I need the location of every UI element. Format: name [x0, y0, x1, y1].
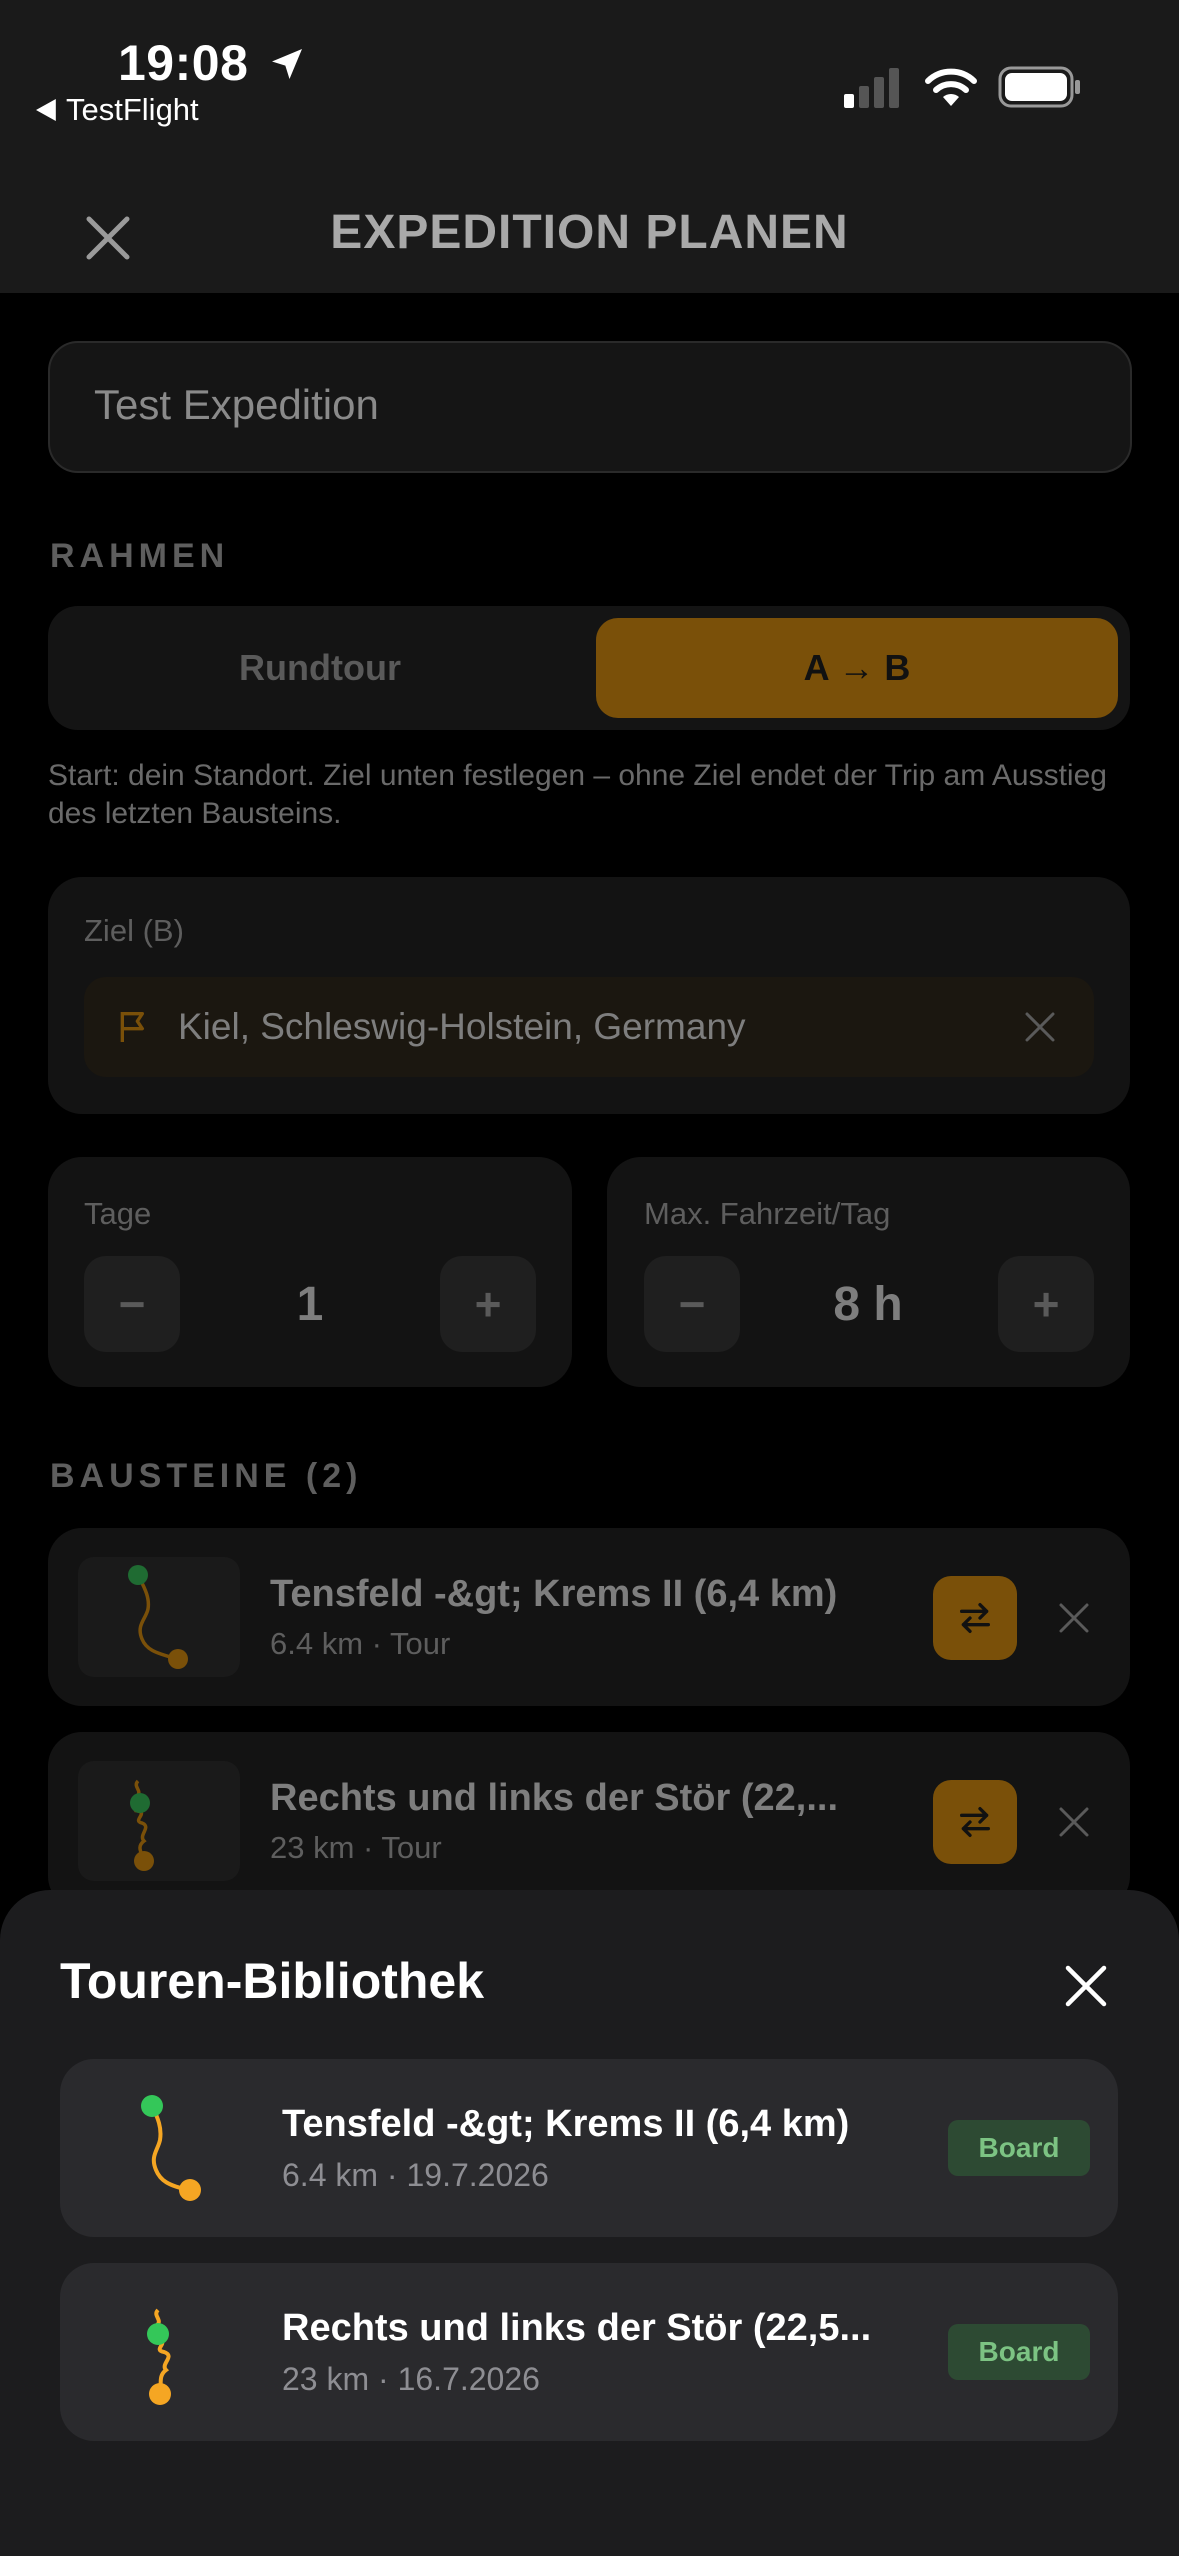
route-preview-icon [128, 1565, 188, 1669]
wifi-icon [925, 68, 977, 106]
minus-icon: − [678, 1278, 706, 1330]
location-arrow-icon [271, 49, 302, 79]
back-app-label: TestFlight [66, 92, 199, 127]
segment-a-to-b-label: A → B [803, 647, 911, 688]
max-drive-increment-button[interactable]: + [998, 1256, 1094, 1352]
route-thumbnail [78, 1557, 240, 1677]
library-tour-title: Tensfeld -&gt; Krems II (6,4 km) [282, 2103, 850, 2145]
frame-hint: Start: dein Standort. Ziel unten festleg… [48, 759, 1107, 830]
route-preview-icon [147, 2308, 171, 2405]
board-badge: Board [948, 2324, 1090, 2380]
cellular-signal-icon [844, 68, 899, 108]
status-time: 19:08 [118, 34, 307, 92]
remove-icon [1059, 1603, 1089, 1633]
library-tour-meta: 6.4 km · 19.7.2026 [282, 2157, 549, 2193]
minus-icon: − [118, 1278, 146, 1330]
frame-section-label: RAHMEN [50, 537, 230, 575]
block-meta: 6.4 km · Tour [270, 1626, 451, 1661]
remove-block-button[interactable] [1054, 1598, 1094, 1638]
board-badge: Board [948, 2120, 1090, 2176]
segment-roundtrip-label: Rundtour [239, 647, 401, 688]
destination-label: Ziel (B) [84, 913, 184, 948]
segment-roundtrip[interactable]: Rundtour [58, 618, 582, 718]
max-drive-value: 8 h [833, 1278, 903, 1331]
battery-icon [998, 66, 1080, 108]
clear-destination-button[interactable] [1020, 1007, 1060, 1047]
days-decrement-button[interactable]: − [84, 1256, 180, 1352]
close-icon [1065, 1965, 1107, 2007]
swap-arrows-icon [960, 1807, 990, 1837]
days-label: Tage [84, 1196, 152, 1231]
library-title: Touren-Bibliothek [60, 1953, 485, 2009]
plus-icon: + [474, 1278, 502, 1330]
clear-icon [1025, 1012, 1055, 1042]
swap-arrows-icon [960, 1603, 990, 1633]
flag-icon [120, 1012, 144, 1042]
swap-button[interactable] [933, 1576, 1017, 1660]
segment-a-to-b[interactable]: A → B [596, 618, 1118, 718]
max-drive-label: Max. Fahrzeit/Tag [644, 1196, 891, 1231]
destination-value: Kiel, Schleswig-Holstein, Germany [178, 1006, 746, 1047]
swap-button[interactable] [933, 1780, 1017, 1864]
route-preview-icon [141, 2095, 201, 2201]
blocks-section-label: BAUSTEINE (2) [50, 1457, 363, 1495]
route-preview-icon [130, 1779, 154, 1871]
back-to-testflight[interactable]: TestFlight [36, 92, 199, 128]
expedition-name-value: Test Expedition [94, 381, 379, 428]
block-title: Tensfeld -&gt; Krems II (6,4 km) [270, 1573, 838, 1615]
max-drive-decrement-button[interactable]: − [644, 1256, 740, 1352]
page-title: EXPEDITION PLANEN [330, 206, 849, 259]
plus-icon: + [1032, 1278, 1060, 1330]
expedition-name-input[interactable]: Test Expedition [48, 341, 1132, 473]
back-triangle-icon [36, 99, 56, 121]
route-thumbnail [78, 1761, 240, 1881]
days-increment-button[interactable]: + [440, 1256, 536, 1352]
block-meta: 23 km · Tour [270, 1830, 442, 1865]
remove-icon [1059, 1807, 1089, 1837]
library-tour-title: Rechts und links der Stör (22,5... [282, 2307, 872, 2349]
days-value: 1 [296, 1278, 324, 1331]
library-close-button[interactable] [1060, 1960, 1112, 2012]
library-tour-meta: 23 km · 16.7.2026 [282, 2361, 540, 2397]
remove-block-button[interactable] [1054, 1802, 1094, 1842]
block-title: Rechts und links der Stör (22,... [270, 1777, 839, 1819]
